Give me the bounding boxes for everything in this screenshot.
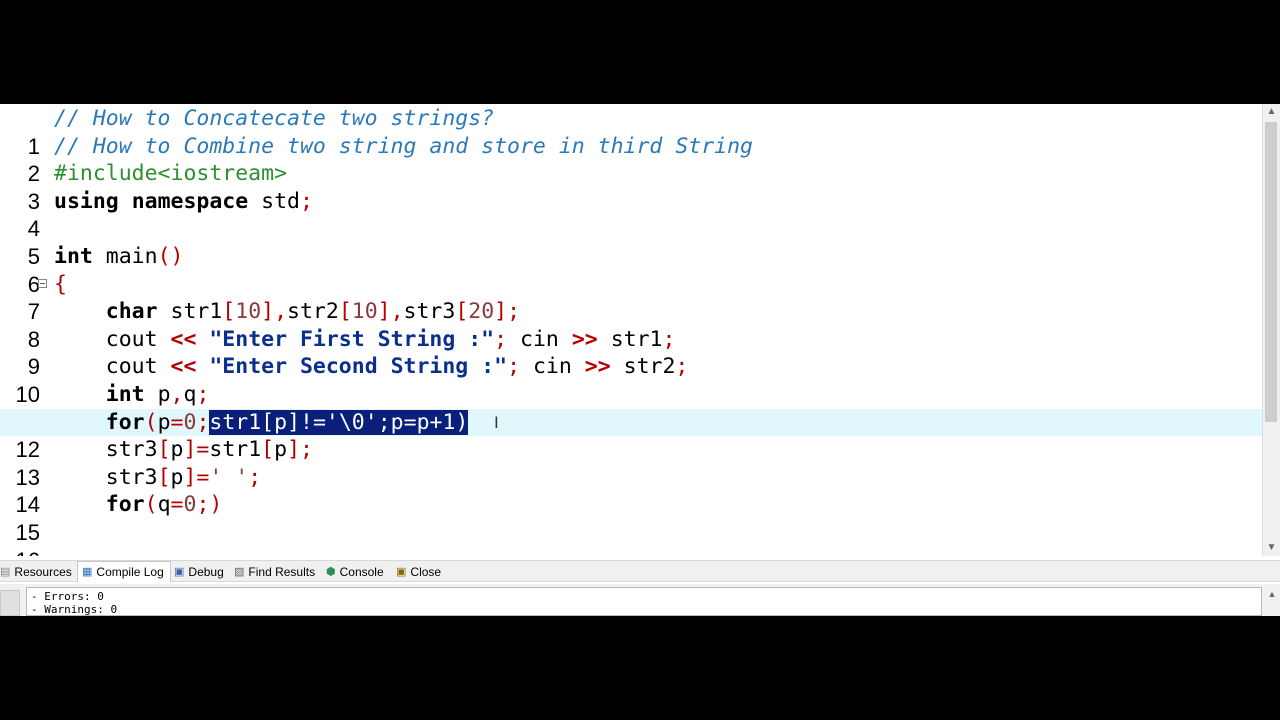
code-text: for(p=0;str1[p]!='\0';p=p+1) xyxy=(105,409,469,435)
code-editor[interactable]: 1 // How to Concatecate two strings? 2 /… xyxy=(0,104,1262,556)
code-text: str3[p]=' '; xyxy=(105,464,262,490)
code-line[interactable]: 2 // How to Combine two string and store… xyxy=(0,133,1262,187)
tab-console[interactable]: ⬢ Console xyxy=(326,563,384,581)
code-line[interactable]: 5 xyxy=(0,215,1262,269)
ide-window: 1 // How to Concatecate two strings? 2 /… xyxy=(0,104,1280,616)
current-code-line[interactable]: 12 for(p=0;str1[p]!='\0';p=p+1) I xyxy=(0,408,1262,462)
scroll-up-icon[interactable]: ▲ xyxy=(1263,104,1280,120)
tab-resources[interactable]: ▤ Resources xyxy=(0,563,72,581)
debug-icon: ▣ xyxy=(174,566,185,579)
code-line[interactable]: 6 int main() xyxy=(0,243,1262,297)
code-line[interactable]: 7 { xyxy=(0,271,1262,325)
code-line[interactable]: 8 char str1[10],str2[10],str3[20]; xyxy=(0,298,1262,352)
code-line[interactable]: 11 int p,q; xyxy=(0,381,1262,435)
log-scroll-up-icon[interactable]: ▲ xyxy=(1264,587,1280,616)
code-line[interactable]: 1 // How to Concatecate two strings? xyxy=(0,105,1262,159)
tab-compile-log[interactable]: ▦ Compile Log xyxy=(77,561,171,582)
code-text: using namespace std; xyxy=(54,188,313,214)
fold-toggle-icon[interactable] xyxy=(38,278,47,288)
code-text: { xyxy=(54,271,67,297)
tab-close[interactable]: ▣ Close xyxy=(396,563,441,581)
log-line-warnings: - Warnings: 0 xyxy=(31,603,118,616)
preprocessor-directive: #include<iostream> xyxy=(54,161,287,187)
code-line[interactable]: 16 xyxy=(0,519,1262,556)
tab-find-results[interactable]: ▧ Find Results xyxy=(234,563,315,581)
code-text: cout << "Enter First String :"; cin >> s… xyxy=(105,326,676,352)
compile-log-panel: - Errors: 0 - Warnings: 0 ▲ xyxy=(0,584,1280,616)
tab-debug[interactable]: ▣ Debug xyxy=(174,563,224,581)
editor-vertical-scrollbar[interactable]: ▲ ▼ xyxy=(1262,104,1280,556)
comment: // How to Concatecate two strings? xyxy=(54,106,495,131)
line-number: 16 xyxy=(0,547,40,556)
code-line[interactable]: 4 using namespace std; xyxy=(0,188,1262,242)
log-line-errors: - Errors: 0 xyxy=(31,590,104,603)
code-text: int p,q; xyxy=(105,382,210,407)
code-line[interactable]: 15 for(q=0;) xyxy=(0,491,1262,545)
compile-log-icon: ▦ xyxy=(82,566,93,579)
code-text: str3[p]=str1[p]; xyxy=(105,437,313,463)
scroll-down-icon[interactable]: ▼ xyxy=(1263,540,1280,556)
comment: // How to Combine two string and store i… xyxy=(54,133,753,159)
bottom-panel-tabs: ▤ Resources ▦ Compile Log ▣ Debug ▧ Find Res… xyxy=(0,560,1280,582)
code-line[interactable]: 14 str3[p]=' '; xyxy=(0,464,1262,518)
code-line[interactable]: 13 str3[p]=str1[p]; xyxy=(0,436,1262,490)
code-line[interactable]: 3 #include<iostream> xyxy=(0,160,1262,214)
code-text: cout << "Enter Second String :"; cin >> … xyxy=(105,354,689,380)
console-icon: ⬢ xyxy=(326,566,336,579)
scrollbar-thumb[interactable] xyxy=(1265,122,1277,422)
resources-icon: ▤ xyxy=(0,566,11,579)
text-selection[interactable]: str1[p]!='\0';p=p+1) xyxy=(209,409,469,435)
code-line[interactable]: 9 cout << "Enter First String :"; cin >>… xyxy=(0,326,1262,380)
code-text: for(q=0;) xyxy=(105,492,223,518)
compile-log-output[interactable]: - Errors: 0 - Warnings: 0 xyxy=(26,587,1262,616)
close-panel-icon: ▣ xyxy=(396,566,407,579)
find-results-icon: ▧ xyxy=(234,566,245,579)
text-cursor-icon: I xyxy=(494,412,499,432)
code-text: char str1[10],str2[10],str3[20]; xyxy=(105,299,521,325)
code-line[interactable]: 10 cout << "Enter Second String :"; cin … xyxy=(0,353,1262,407)
code-text: int main() xyxy=(54,244,184,269)
log-side-panel xyxy=(0,590,20,616)
